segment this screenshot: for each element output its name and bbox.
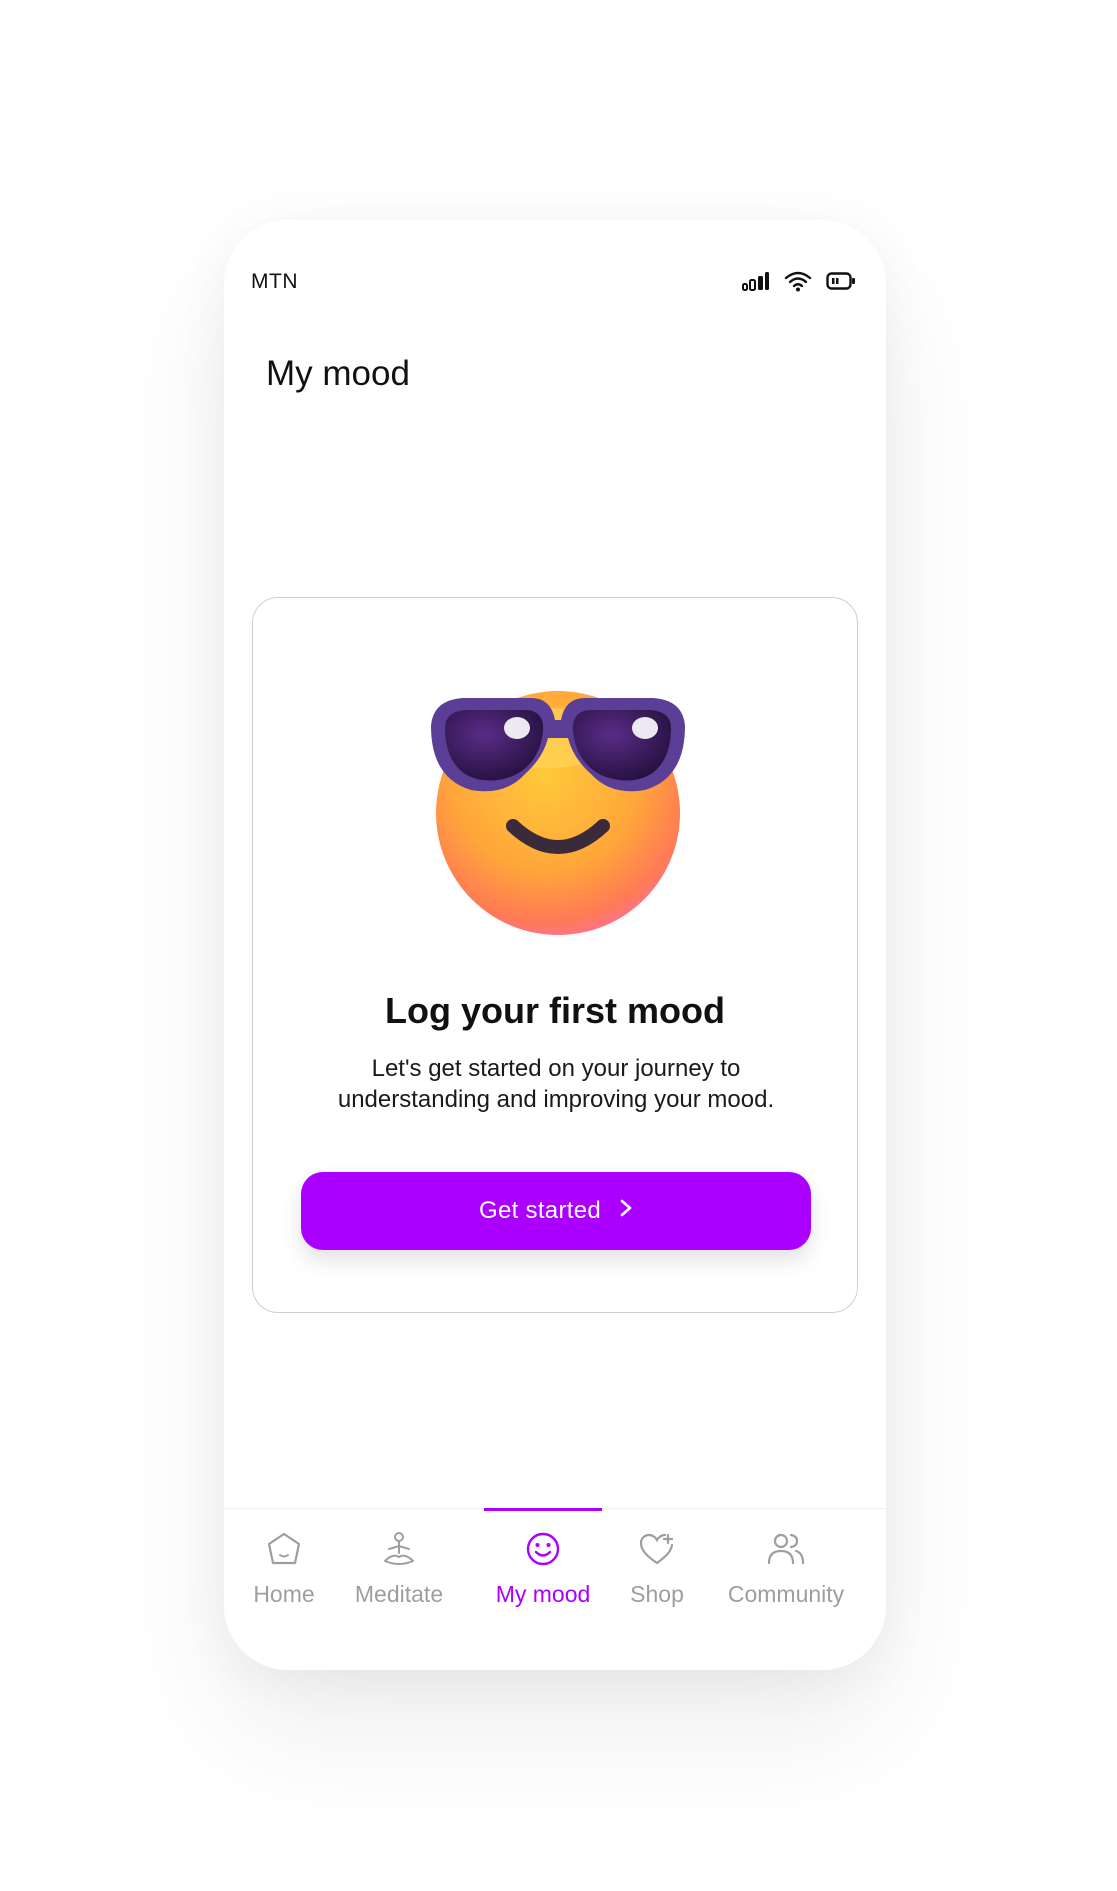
tab-meditate[interactable]: Meditate xyxy=(346,1529,452,1608)
tab-my-mood-label: My mood xyxy=(495,1581,591,1607)
tab-community-label: Community xyxy=(727,1581,845,1607)
active-tab-indicator xyxy=(484,1508,602,1511)
empty-state-title: Log your first mood xyxy=(385,990,725,1031)
tab-shop[interactable]: Shop xyxy=(624,1529,690,1608)
heart-plus-icon xyxy=(637,1529,677,1569)
signal-icon xyxy=(742,271,770,291)
tab-community[interactable]: Community xyxy=(710,1529,862,1608)
tab-shop-label: Shop xyxy=(630,1581,684,1607)
screen-background: MTN My mood Log your first mood Let's ge… xyxy=(0,0,1117,1891)
home-icon xyxy=(264,1529,304,1569)
status-icons xyxy=(742,270,856,292)
tab-my-mood[interactable]: My mood xyxy=(490,1529,596,1608)
battery-icon xyxy=(826,271,856,291)
wifi-icon xyxy=(784,270,812,292)
sunglasses-smiley-emoji xyxy=(423,668,693,938)
bottom-tab-bar: Home Meditate My mood Shop Community xyxy=(224,1508,886,1670)
phone-frame: MTN My mood Log your first mood Let's ge… xyxy=(224,220,886,1670)
people-icon xyxy=(766,1529,806,1569)
meditate-icon xyxy=(379,1529,419,1569)
status-bar: MTN xyxy=(224,220,886,320)
page-title: My mood xyxy=(266,354,410,393)
empty-state-subtitle: Let's get started on your journey to und… xyxy=(337,1055,775,1113)
tab-meditate-label: Meditate xyxy=(354,1581,444,1607)
chevron-right-icon xyxy=(619,1197,633,1225)
smiley-icon xyxy=(523,1529,563,1569)
get-started-button[interactable]: Get started xyxy=(301,1172,811,1250)
get-started-label: Get started xyxy=(478,1197,602,1224)
tab-home[interactable]: Home xyxy=(246,1529,322,1608)
carrier-label: MTN xyxy=(251,270,298,293)
tab-home-label: Home xyxy=(253,1581,315,1607)
empty-state-card: Log your first mood Let's get started on… xyxy=(252,597,858,1313)
